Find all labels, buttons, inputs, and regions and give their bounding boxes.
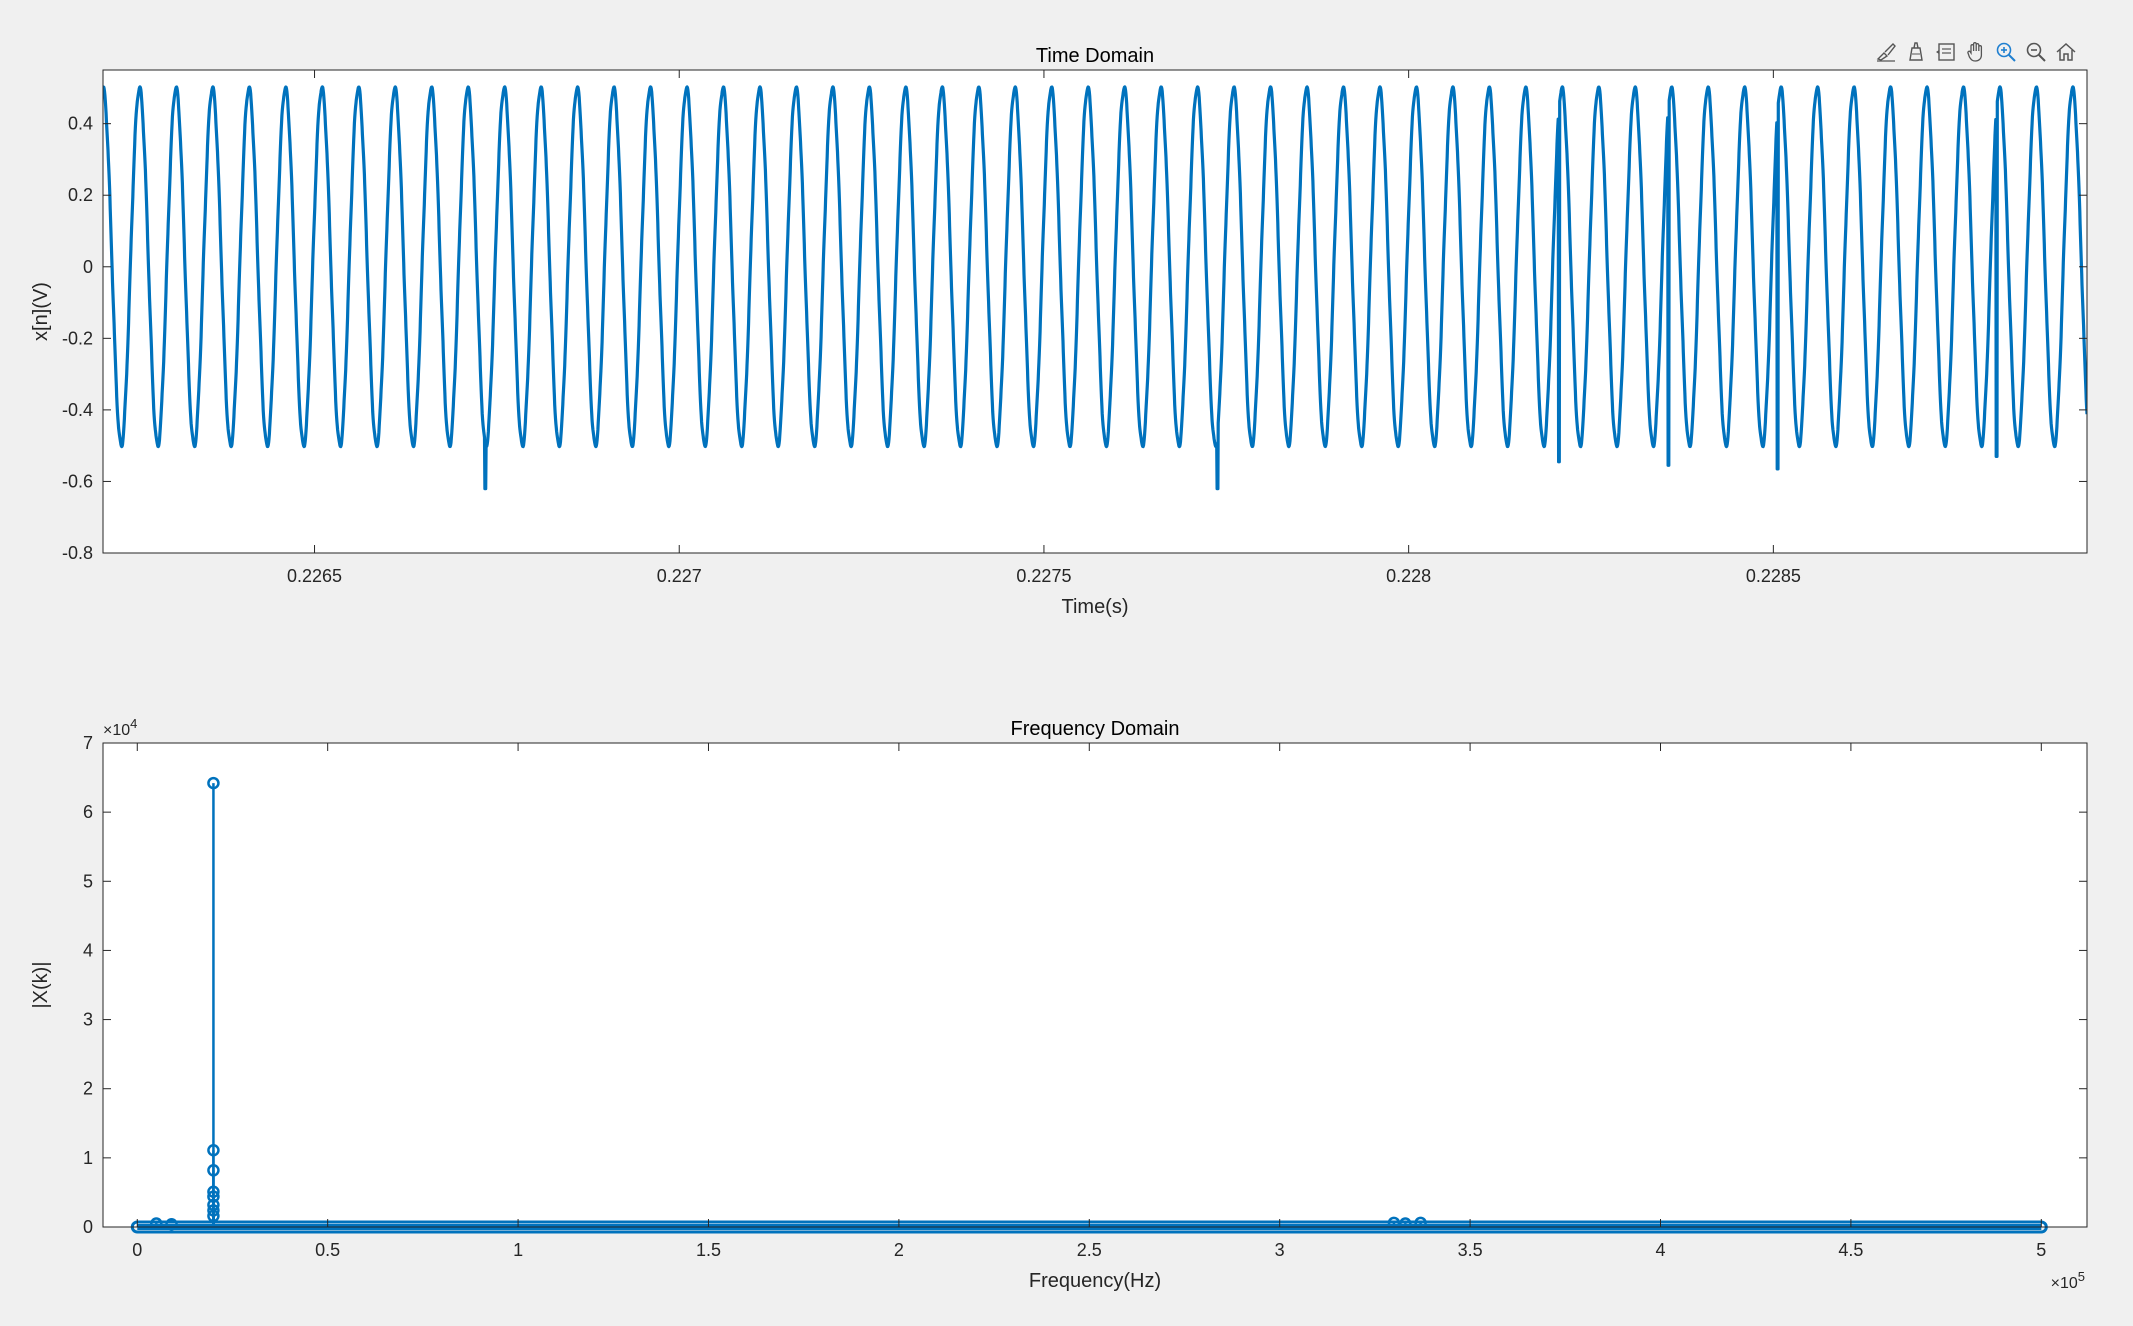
x-tick-label: 0.2285 xyxy=(1746,566,1801,586)
x-tick-label: 2.5 xyxy=(1077,1240,1102,1260)
y-tick-label: -0.8 xyxy=(62,543,93,563)
x-tick-label: 5 xyxy=(2036,1240,2046,1260)
x-tick-label: 0.228 xyxy=(1386,566,1431,586)
y-tick-label: 4 xyxy=(83,940,93,960)
y-tick-label: 0.4 xyxy=(68,114,93,134)
y-axis-label: |X(k)| xyxy=(30,961,52,1008)
x-tick-label: 0.5 xyxy=(315,1240,340,1260)
plot-area xyxy=(103,743,2087,1227)
y-tick-label: 2 xyxy=(83,1079,93,1099)
x-tick-label: 1.5 xyxy=(696,1240,721,1260)
x-tick-label: 4 xyxy=(1655,1240,1665,1260)
x-axis-label: Time(s) xyxy=(1061,596,1128,618)
x-tick-label: 3 xyxy=(1275,1240,1285,1260)
y-tick-label: 3 xyxy=(83,1010,93,1030)
chart-title: Frequency Domain xyxy=(1011,718,1180,740)
figure: 0.2265 0.227 0.2275 0.228 0.2285-0.8-0.6-0.4… xyxy=(30,45,2088,1292)
y-tick-label: 0 xyxy=(83,257,93,277)
y-tick-label: -0.2 xyxy=(62,328,93,348)
x-tick-label: 0.227 xyxy=(657,566,702,586)
x-tick-label: 3.5 xyxy=(1458,1240,1483,1260)
y-tick-label: 5 xyxy=(83,871,93,891)
y-tick-label: 0 xyxy=(83,1217,93,1237)
axes-frequency: 0 0.5 1 1.5 2 2.5 3 3.5 4 4.5 5 0 1 2 3 4 5 6 7 Frequency D… xyxy=(30,716,2088,1292)
x-tick-label: 0.2275 xyxy=(1016,566,1071,586)
chart-title: Time Domain xyxy=(1036,45,1154,67)
y-axis-label: x[n](V) xyxy=(30,282,52,341)
x-exponent-label: ×105 xyxy=(2051,1269,2085,1292)
y-tick-label: 7 xyxy=(83,733,93,753)
y-tick-label: -0.6 xyxy=(62,471,93,491)
x-axis-label: Frequency(Hz) xyxy=(1029,1270,1161,1292)
axes-time: 0.2265 0.227 0.2275 0.228 0.2285 -0.8 -0.6 -0.4… xyxy=(30,45,2088,618)
x-tick-label: 2 xyxy=(894,1240,904,1260)
x-tick-label: 1 xyxy=(513,1240,523,1260)
y-exponent-label: ×104 xyxy=(103,716,137,739)
x-tick-label: 0 xyxy=(132,1240,142,1260)
y-tick-label: 1 xyxy=(83,1148,93,1168)
y-tick-label: -0.4 xyxy=(62,400,93,420)
y-tick-label: 6 xyxy=(83,802,93,822)
x-tick-label: 4.5 xyxy=(1838,1240,1863,1260)
x-tick-label: 0.2265 xyxy=(287,566,342,586)
y-tick-label: 0.2 xyxy=(68,185,93,205)
